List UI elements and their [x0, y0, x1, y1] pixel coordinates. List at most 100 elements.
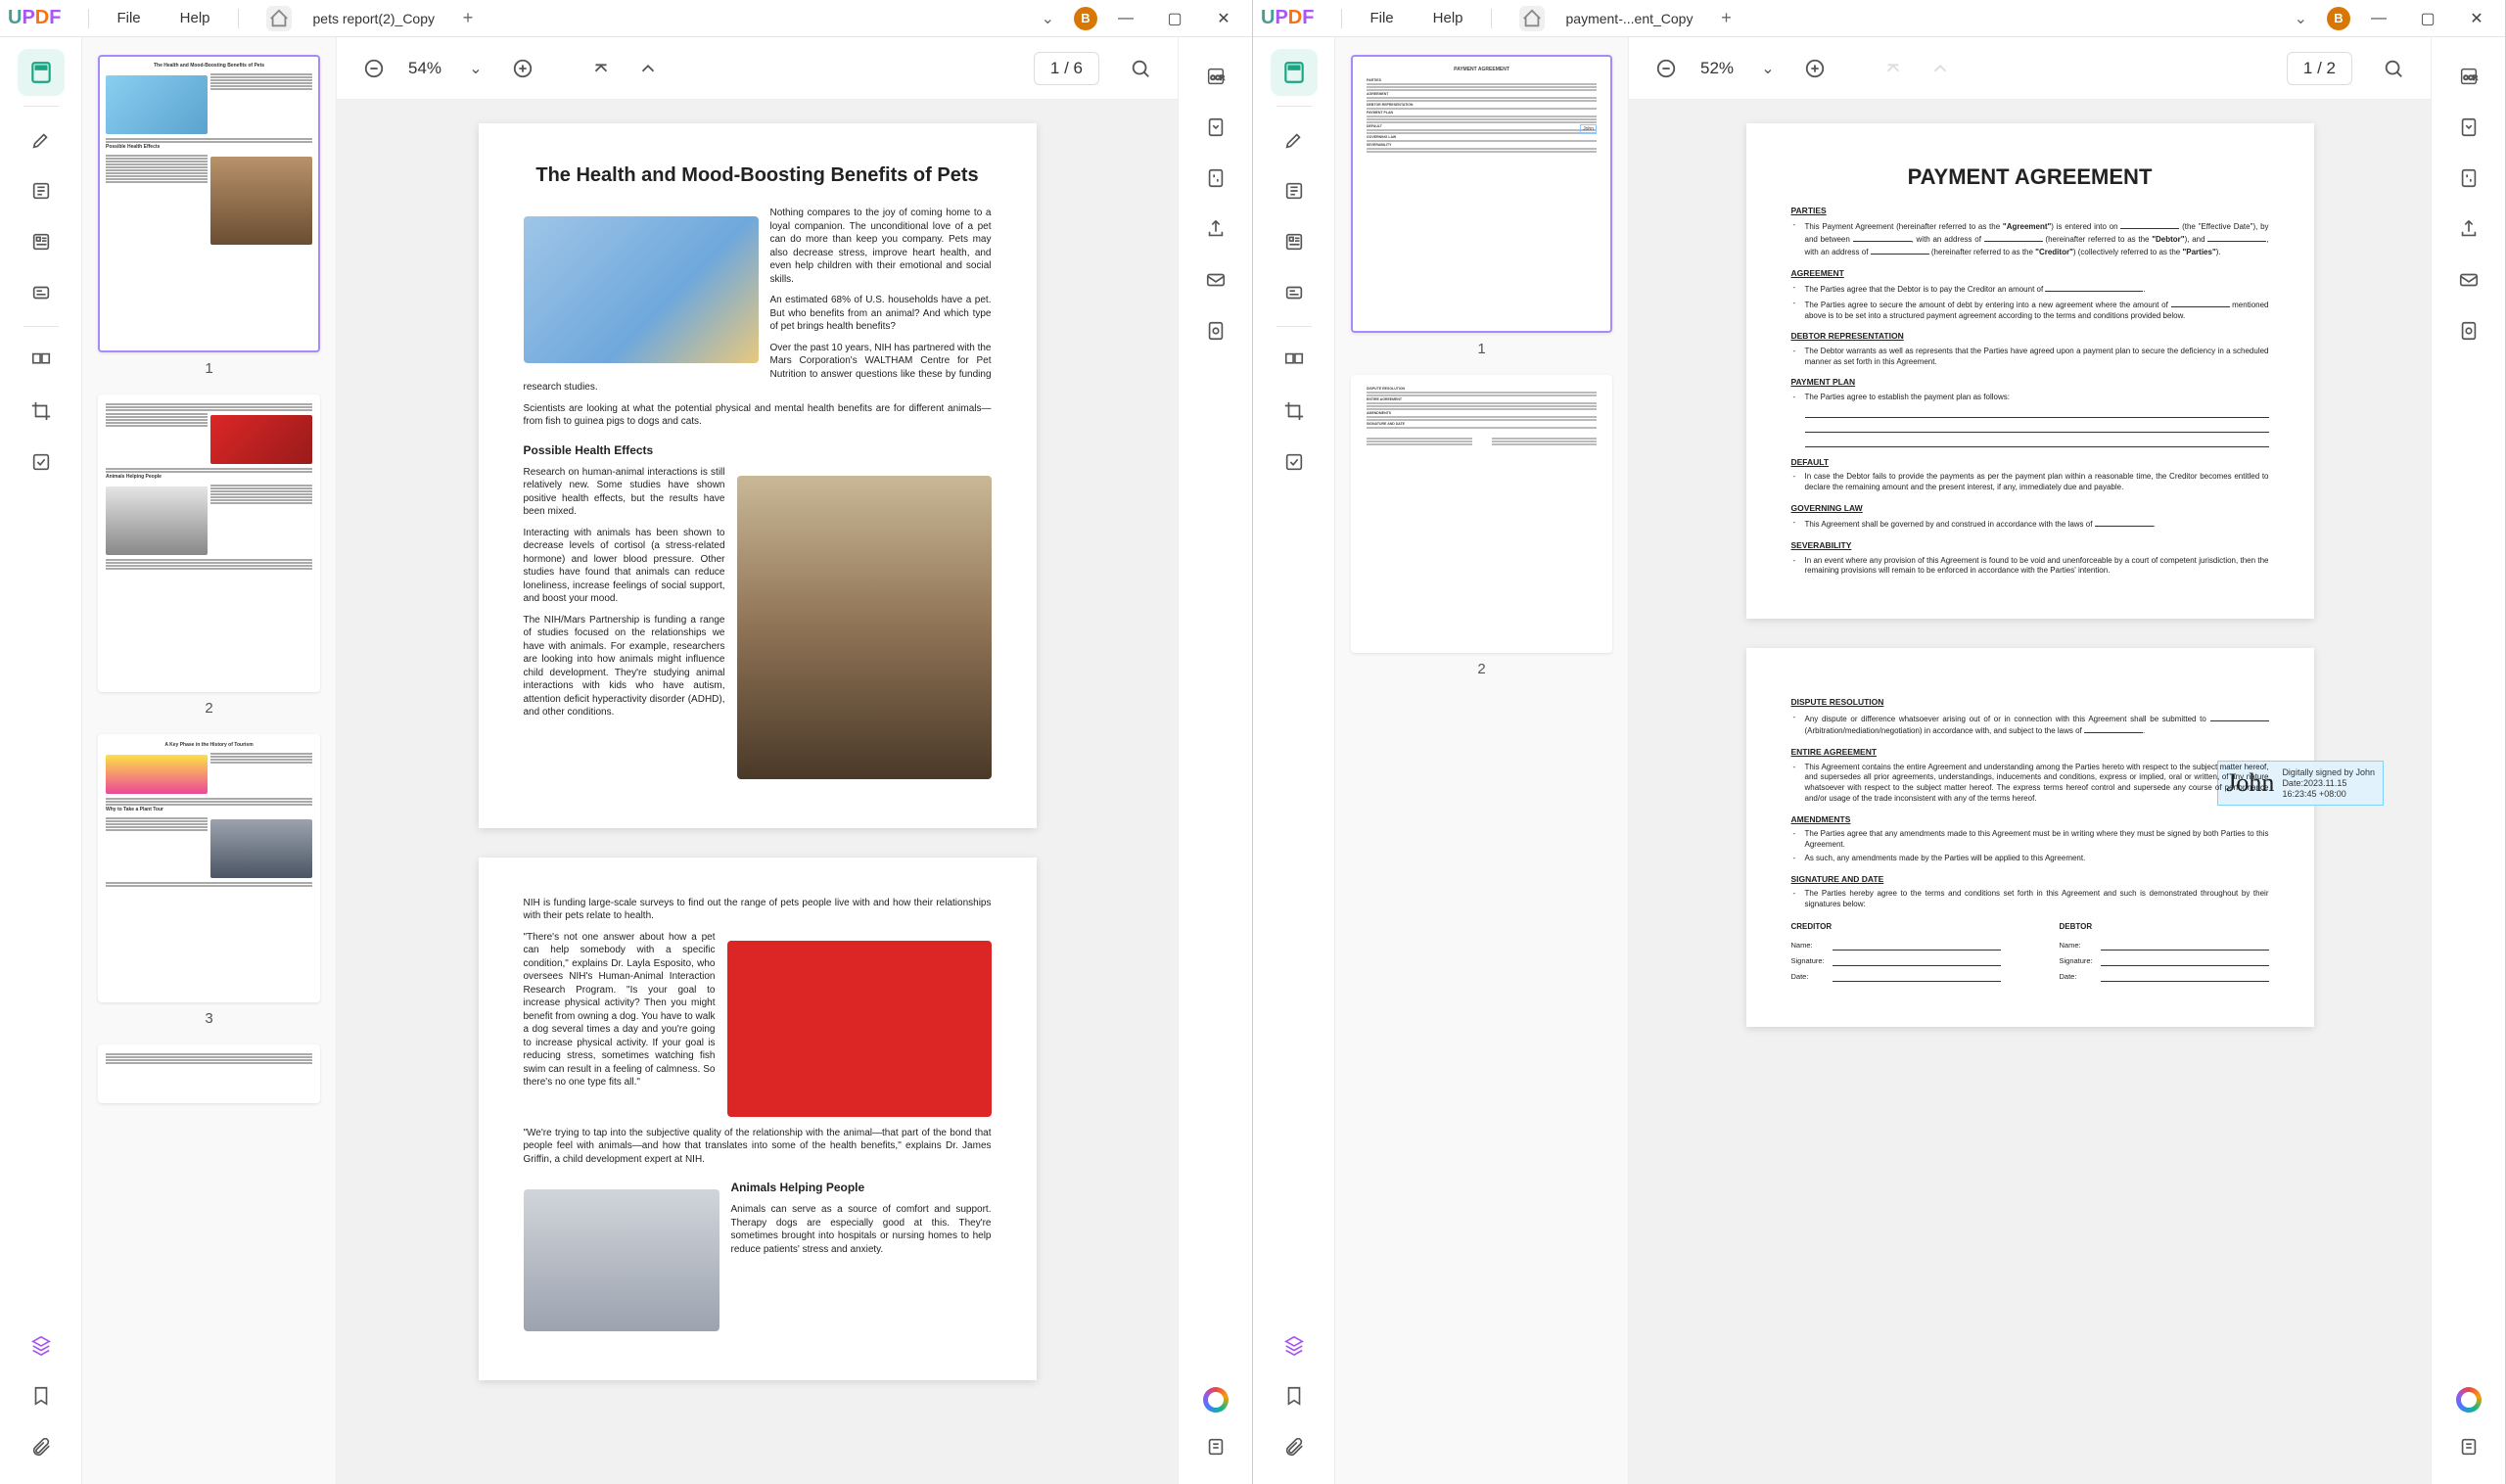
right-toolbar: OCR: [2431, 37, 2505, 1484]
user-avatar[interactable]: B: [2327, 7, 2350, 30]
thumbnails-panel-button[interactable]: [1271, 49, 1318, 96]
tab-title: payment-...ent_Copy: [1566, 11, 1694, 26]
first-page-button[interactable]: [1876, 51, 1911, 86]
thumbnail-page-1[interactable]: The Health and Mood-Boosting Benefits of…: [98, 55, 320, 352]
ai-button[interactable]: [2445, 1376, 2492, 1423]
minimize-button[interactable]: —: [2358, 4, 2399, 33]
new-tab-button[interactable]: +: [1714, 7, 1738, 30]
compress-button[interactable]: [1192, 155, 1239, 202]
thumbnail-page-2[interactable]: DISPUTE RESOLUTION ENTIRE AGREEMENT AMEN…: [1351, 375, 1612, 653]
minimize-button[interactable]: —: [1105, 4, 1146, 33]
compress-button[interactable]: [2445, 155, 2492, 202]
share-button[interactable]: [1192, 206, 1239, 253]
tabs-dropdown[interactable]: ⌄: [1042, 9, 1054, 28]
tab-home[interactable]: [1519, 6, 1545, 31]
new-tab-button[interactable]: +: [456, 7, 480, 30]
document-tab[interactable]: pets report(2)_Copy: [300, 5, 449, 32]
crop-tool[interactable]: [18, 388, 65, 435]
pets-party-image: [727, 941, 992, 1117]
crop-tool[interactable]: [1271, 388, 1318, 435]
page-indicator[interactable]: 1 / 2: [2287, 52, 2352, 85]
ocr-button[interactable]: OCR: [2445, 53, 2492, 100]
document-viewport[interactable]: The Health and Mood-Boosting Benefits of…: [337, 100, 1178, 1484]
zoom-percentage: 52%: [1695, 59, 1739, 78]
zoom-in-button[interactable]: [505, 51, 540, 86]
highlight-tool[interactable]: [1271, 116, 1318, 163]
zoom-out-button[interactable]: [1648, 51, 1684, 86]
page-organize-tool[interactable]: [1271, 337, 1318, 384]
email-button[interactable]: [2445, 256, 2492, 303]
titlebar: UPDF File Help pets report(2)_Copy + ⌄ B…: [0, 0, 1252, 37]
document-page-1: The Health and Mood-Boosting Benefits of…: [479, 123, 1037, 828]
redact-tool[interactable]: [18, 439, 65, 486]
page-organize-tool[interactable]: [18, 337, 65, 384]
convert-button[interactable]: [2445, 104, 2492, 151]
layers-button[interactable]: [18, 1322, 65, 1368]
stamp-tool[interactable]: [1271, 269, 1318, 316]
app-logo[interactable]: UPDF: [1261, 7, 1314, 29]
print-button[interactable]: [1192, 307, 1239, 354]
maximize-button[interactable]: ▢: [1154, 4, 1195, 33]
thumbnail-page-4[interactable]: [98, 1044, 320, 1103]
thumbnail-page-1[interactable]: PAYMENT AGREEMENT PARTIES AGREEMENT DEBT…: [1351, 55, 1612, 333]
attachment-button[interactable]: [18, 1423, 65, 1470]
thumbnails-panel-button[interactable]: [18, 49, 65, 96]
top-toolbar: 54% ⌄ 1 / 6: [337, 37, 1178, 100]
thumbnails-panel: PAYMENT AGREEMENT PARTIES AGREEMENT DEBT…: [1335, 37, 1629, 1484]
menu-file[interactable]: File: [1369, 10, 1393, 26]
document-viewport[interactable]: PAYMENT AGREEMENT PARTIES This Payment A…: [1629, 100, 2431, 1484]
thumbnails-panel: The Health and Mood-Boosting Benefits of…: [82, 37, 337, 1484]
bookmark-button[interactable]: [1271, 1372, 1318, 1419]
zoom-out-button[interactable]: [356, 51, 392, 86]
prev-page-button[interactable]: [630, 51, 666, 86]
svg-text:OCR: OCR: [2463, 75, 2478, 82]
bookmark-button[interactable]: [18, 1372, 65, 1419]
maximize-button[interactable]: ▢: [2407, 4, 2448, 33]
zoom-in-button[interactable]: [1797, 51, 1833, 86]
thumbnail-page-2[interactable]: Animals Helping People: [98, 394, 320, 692]
thumbnail-page-3[interactable]: A Key Phase in the History of Tourism Wh…: [98, 734, 320, 1002]
window-right: UPDF File Help payment-...ent_Copy + ⌄ B…: [1253, 0, 2506, 1484]
close-button[interactable]: ✕: [2456, 4, 2497, 33]
thumb-1-label: 1: [98, 360, 320, 377]
signature-meta: Digitally signed by John Date:2023.11.15…: [2282, 767, 2375, 799]
app-logo[interactable]: UPDF: [8, 7, 61, 29]
attachment-button[interactable]: [1271, 1423, 1318, 1470]
menu-help[interactable]: Help: [180, 10, 210, 26]
ai-button[interactable]: [1192, 1376, 1239, 1423]
text-tool[interactable]: [1271, 167, 1318, 214]
tab-home[interactable]: [266, 6, 292, 31]
more-button[interactable]: [1192, 1423, 1239, 1470]
page-indicator[interactable]: 1 / 6: [1034, 52, 1099, 85]
zoom-dropdown[interactable]: ⌄: [1750, 51, 1786, 86]
thumb-2-label: 2: [98, 700, 320, 717]
redact-tool[interactable]: [1271, 439, 1318, 486]
layers-button[interactable]: [1271, 1322, 1318, 1368]
email-button[interactable]: [1192, 256, 1239, 303]
zoom-dropdown[interactable]: ⌄: [458, 51, 493, 86]
search-button[interactable]: [2376, 51, 2411, 86]
menu-help[interactable]: Help: [1433, 10, 1463, 26]
search-button[interactable]: [1123, 51, 1158, 86]
print-button[interactable]: [2445, 307, 2492, 354]
form-tool[interactable]: [1271, 218, 1318, 265]
left-toolbar: [0, 37, 82, 1484]
ocr-button[interactable]: OCR: [1192, 53, 1239, 100]
text-tool[interactable]: [18, 167, 65, 214]
form-tool[interactable]: [18, 218, 65, 265]
tabs-dropdown[interactable]: ⌄: [2295, 9, 2307, 28]
stamp-tool[interactable]: [18, 269, 65, 316]
titlebar: UPDF File Help payment-...ent_Copy + ⌄ B…: [1253, 0, 2505, 37]
more-button[interactable]: [2445, 1423, 2492, 1470]
share-button[interactable]: [2445, 206, 2492, 253]
top-toolbar: 52% ⌄ 1 / 2: [1629, 37, 2431, 100]
menu-file[interactable]: File: [116, 10, 140, 26]
document-tab[interactable]: payment-...ent_Copy: [1553, 5, 1707, 32]
page-title: The Health and Mood-Boosting Benefits of…: [524, 162, 992, 189]
close-button[interactable]: ✕: [1203, 4, 1244, 33]
first-page-button[interactable]: [583, 51, 619, 86]
highlight-tool[interactable]: [18, 116, 65, 163]
convert-button[interactable]: [1192, 104, 1239, 151]
prev-page-button[interactable]: [1923, 51, 1958, 86]
user-avatar[interactable]: B: [1074, 7, 1097, 30]
